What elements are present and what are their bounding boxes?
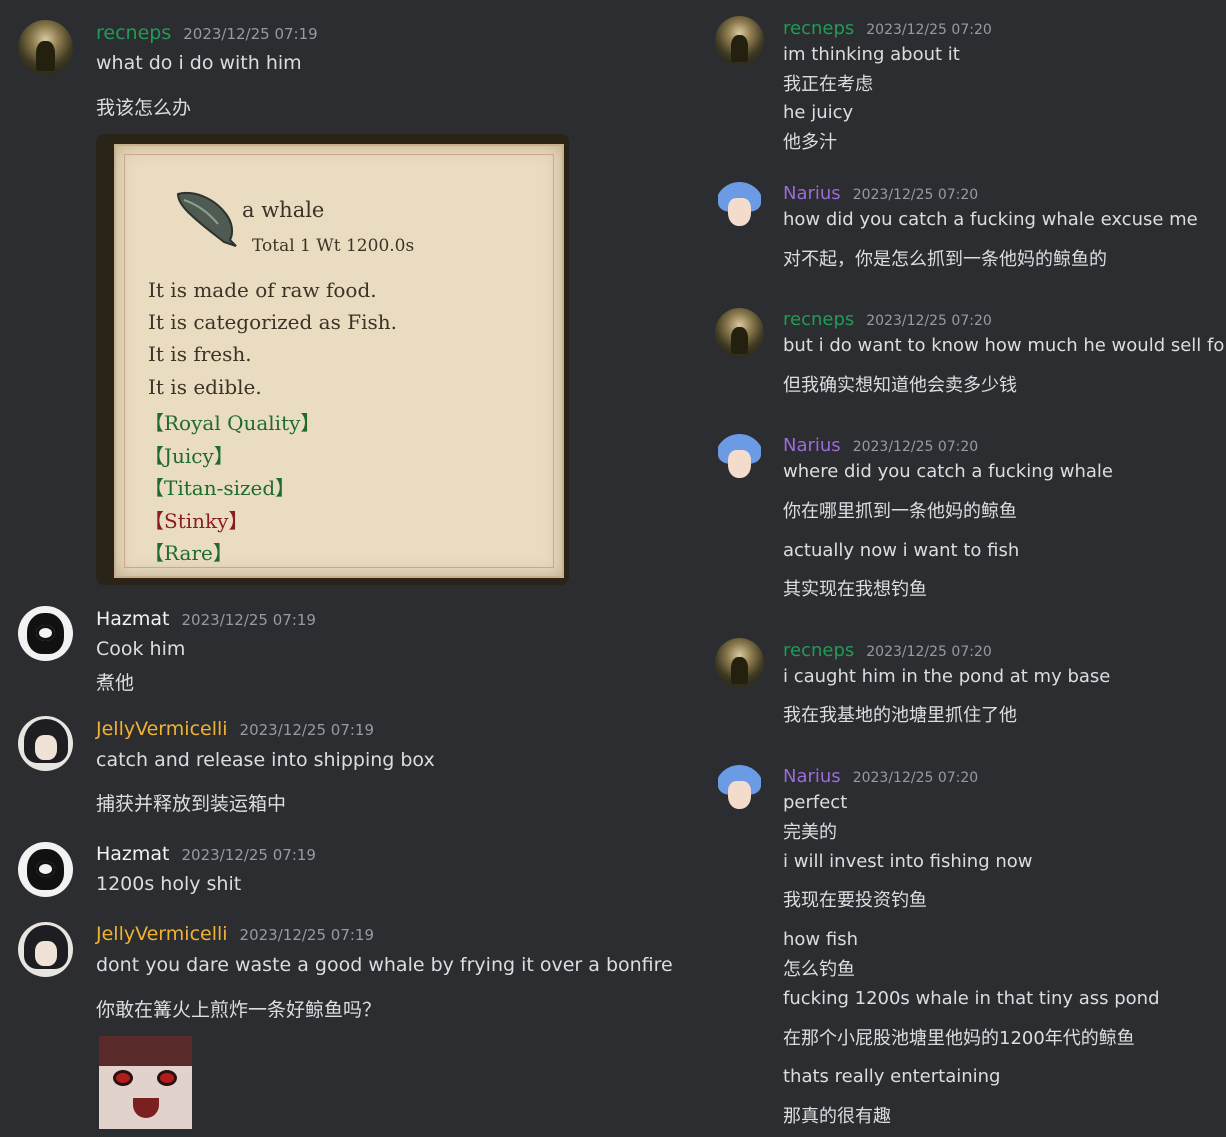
message-text: 怎么钓鱼 — [783, 959, 855, 980]
avatar[interactable] — [18, 842, 73, 897]
item-tag: 【Royal Quality】 — [144, 411, 321, 435]
message-text: how fish — [783, 929, 858, 950]
username[interactable]: Hazmat — [96, 843, 170, 865]
message-text: actually now i want to fish — [783, 540, 1020, 561]
timestamp[interactable]: 2023/12/25 07:19 — [183, 25, 317, 43]
item-tooltip-panel: a whale Total 1 Wt 1200.0s It is made of… — [114, 144, 564, 578]
message-text: 其实现在我想钓鱼 — [783, 579, 927, 600]
message-text: he juicy — [783, 102, 854, 123]
message-header: Narius 2023/12/25 07:20 — [783, 435, 978, 456]
timestamp[interactable]: 2023/12/25 07:20 — [866, 313, 992, 329]
username[interactable]: JellyVermicelli — [96, 923, 228, 945]
message-text: 那真的很有趣 — [783, 1106, 891, 1127]
username[interactable]: recneps — [783, 640, 854, 661]
timestamp[interactable]: 2023/12/25 07:19 — [182, 611, 316, 629]
message-text: i caught him in the pond at my base — [783, 666, 1111, 687]
timestamp[interactable]: 2023/12/25 07:19 — [240, 721, 374, 739]
message-text: 我现在要投资钓鱼 — [783, 890, 927, 911]
username[interactable]: Narius — [783, 766, 841, 787]
avatar[interactable] — [18, 20, 73, 75]
item-tag: 【Rare】 — [144, 541, 233, 565]
item-tag: 【Stinky】 — [144, 509, 249, 533]
message-text: 煮他 — [96, 672, 135, 694]
username[interactable]: Narius — [783, 183, 841, 204]
message-text: 他多汁 — [783, 132, 837, 153]
message-text: 1200s holy shit — [96, 873, 242, 895]
message-header: Narius 2023/12/25 07:20 — [783, 183, 978, 204]
image-attachment[interactable]: a whale Total 1 Wt 1200.0s It is made of… — [96, 134, 569, 585]
message-text: thats really entertaining — [783, 1066, 1001, 1087]
message-text: but i do want to know how much he would … — [783, 335, 1226, 356]
message-header: recneps 2023/12/25 07:20 — [783, 640, 992, 661]
message-header: JellyVermicelli 2023/12/25 07:19 — [96, 923, 374, 945]
message-text: 对不起，你是怎么抓到一条他妈的鲸鱼的 — [783, 249, 1107, 270]
item-desc: It is fresh. — [148, 342, 252, 366]
message-text: where did you catch a fucking whale — [783, 461, 1113, 482]
message-header: Narius 2023/12/25 07:20 — [783, 766, 978, 787]
item-tag: 【Titan-sized】 — [144, 476, 296, 500]
avatar[interactable] — [715, 308, 764, 357]
username[interactable]: recneps — [96, 22, 171, 44]
message-header: JellyVermicelli 2023/12/25 07:19 — [96, 718, 374, 740]
avatar[interactable] — [18, 606, 73, 661]
message-text: fucking 1200s whale in that tiny ass pon… — [783, 988, 1160, 1009]
message-text: 捕获并释放到装运箱中 — [96, 793, 287, 815]
item-total: Total 1 Wt 1200.0s — [252, 236, 415, 256]
message-text: 完美的 — [783, 822, 837, 843]
timestamp[interactable]: 2023/12/25 07:19 — [240, 926, 374, 944]
message-header: Hazmat 2023/12/25 07:19 — [96, 843, 316, 865]
timestamp[interactable]: 2023/12/25 07:20 — [853, 187, 979, 203]
timestamp[interactable]: 2023/12/25 07:20 — [853, 439, 979, 455]
item-desc: It is edible. — [148, 375, 262, 399]
avatar[interactable] — [715, 434, 764, 483]
username[interactable]: recneps — [783, 309, 854, 330]
message-text: 我该怎么办 — [96, 97, 192, 119]
timestamp[interactable]: 2023/12/25 07:20 — [853, 770, 979, 786]
timestamp[interactable]: 2023/12/25 07:19 — [182, 846, 316, 864]
message-text: 我在我基地的池塘里抓住了他 — [783, 705, 1017, 726]
message-header: Hazmat 2023/12/25 07:19 — [96, 608, 316, 630]
message-text: i will invest into fishing now — [783, 851, 1033, 872]
item-tag: 【Juicy】 — [144, 444, 234, 468]
message-text: 你在哪里抓到一条他妈的鲸鱼 — [783, 501, 1017, 522]
avatar[interactable] — [715, 638, 764, 687]
avatar[interactable] — [715, 16, 764, 65]
sticker-image[interactable] — [99, 1036, 192, 1129]
message-text: 我正在考虑 — [783, 74, 873, 95]
message-text: 但我确实想知道他会卖多少钱 — [783, 375, 1017, 396]
whale-icon — [176, 192, 237, 247]
message-text: catch and release into shipping box — [96, 749, 435, 771]
timestamp[interactable]: 2023/12/25 07:20 — [866, 644, 992, 660]
username[interactable]: JellyVermicelli — [96, 718, 228, 740]
username[interactable]: Narius — [783, 435, 841, 456]
avatar[interactable] — [715, 765, 764, 814]
message-header: recneps 2023/12/25 07:20 — [783, 309, 992, 330]
message-text: dont you dare waste a good whale by fryi… — [96, 954, 673, 976]
message-text: im thinking about it — [783, 44, 960, 65]
item-desc: It is categorized as Fish. — [148, 310, 397, 334]
message-text: how did you catch a fucking whale excuse… — [783, 209, 1198, 230]
message-text: 你敢在篝火上煎炸一条好鲸鱼吗？ — [96, 999, 382, 1021]
avatar[interactable] — [715, 182, 764, 231]
message-text: perfect — [783, 792, 848, 813]
message-text: Cook him — [96, 638, 186, 660]
item-desc: It is made of raw food. — [148, 278, 377, 302]
message-header: recneps 2023/12/25 07:19 — [96, 22, 318, 44]
avatar[interactable] — [18, 922, 73, 977]
avatar[interactable] — [18, 716, 73, 771]
item-title: a whale — [242, 198, 325, 222]
message-text: 在那个小屁股池塘里他妈的1200年代的鲸鱼 — [783, 1028, 1135, 1049]
message-header: recneps 2023/12/25 07:20 — [783, 18, 992, 39]
timestamp[interactable]: 2023/12/25 07:20 — [866, 22, 992, 38]
message-text: what do i do with him — [96, 52, 302, 74]
username[interactable]: Hazmat — [96, 608, 170, 630]
username[interactable]: recneps — [783, 18, 854, 39]
